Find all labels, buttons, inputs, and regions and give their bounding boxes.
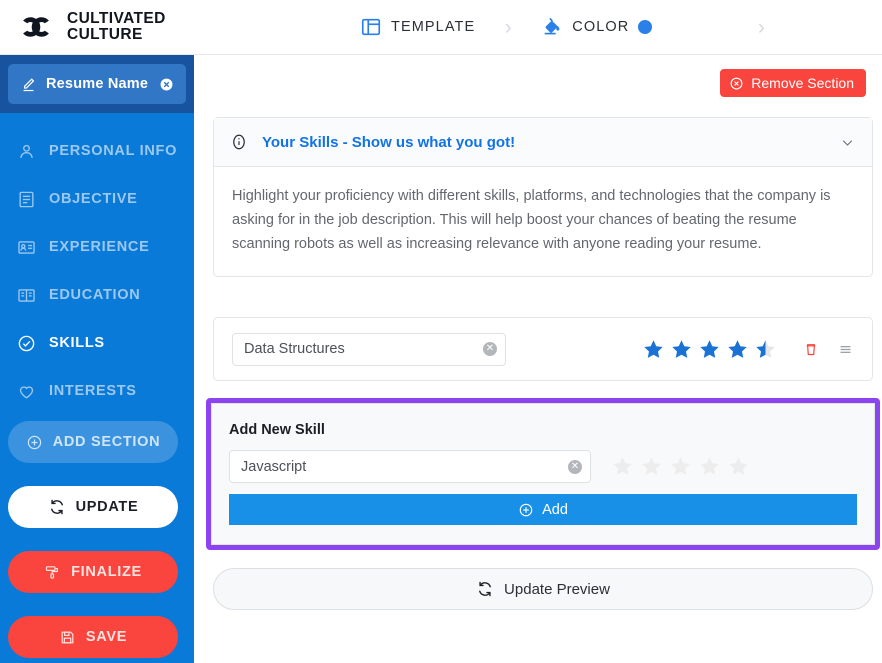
circle-x-icon	[730, 77, 743, 89]
star-icon-3[interactable]	[669, 455, 692, 478]
add-section-button[interactable]: ADD SECTION	[8, 421, 178, 463]
user-icon	[20, 144, 33, 158]
update-preview-label: Update Preview	[504, 580, 610, 598]
star-icon-3[interactable]	[698, 338, 721, 361]
step-nav: TEMPLATE › COLOR ›	[340, 16, 882, 38]
resume-name-field[interactable]: Resume Name	[8, 64, 186, 104]
remove-section-button[interactable]: Remove Section	[720, 69, 866, 97]
step-color[interactable]: COLOR	[541, 16, 653, 38]
resume-builder-app: CULTIVATED CULTURE TEMPLATE › COLOR › Re…	[0, 0, 882, 663]
star-icon-2[interactable]	[670, 338, 693, 361]
add-skill-title: Add New Skill	[229, 422, 325, 438]
chevron-right-icon: ›	[504, 15, 512, 39]
sidebar-item-label-experience: EXPERIENCE	[49, 239, 150, 255]
sidebar-item-label-objective: OBJECTIVE	[49, 191, 138, 207]
finalize-label: FINALIZE	[71, 564, 142, 580]
color-swatch[interactable]	[638, 20, 653, 34]
new-skill-input-wrapper: ✕	[229, 450, 591, 483]
update-button[interactable]: UPDATE	[8, 486, 178, 528]
sidebar-item-personal-info[interactable]: PERSONAL INFO	[0, 127, 194, 175]
sidebar-item-interests[interactable]: INTERESTS	[0, 367, 194, 415]
new-skill-rating-stars[interactable]	[611, 455, 750, 478]
update-preview-button[interactable]: Update Preview	[213, 568, 873, 610]
sidebar-item-objective[interactable]: OBJECTIVE	[0, 175, 194, 223]
add-skill-row: ✕	[229, 450, 857, 483]
plus-circle-icon	[27, 435, 41, 449]
paint-bucket-icon	[544, 18, 560, 35]
sidebar-item-skills[interactable]: SKILLS	[0, 319, 194, 367]
skill-row: ✕	[213, 317, 873, 381]
new-skill-input[interactable]	[229, 450, 591, 483]
save-button[interactable]: SAVE	[8, 616, 178, 658]
plus-circle-icon	[519, 503, 533, 516]
book-icon	[18, 288, 35, 302]
skill-rating-stars[interactable]	[642, 338, 777, 361]
step-template[interactable]: TEMPLATE	[360, 16, 475, 38]
star-icon-1[interactable]	[611, 455, 634, 478]
sidebar-item-label-personal-info: PERSONAL INFO	[49, 143, 178, 159]
trash-icon[interactable]	[803, 341, 819, 358]
add-section-label: ADD SECTION	[52, 434, 161, 450]
star-icon-4[interactable]	[726, 338, 749, 361]
skills-info-header[interactable]: Your Skills - Show us what you got!	[214, 118, 872, 167]
layout-template-icon	[361, 18, 381, 36]
star-icon-2[interactable]	[640, 455, 663, 478]
skill-row-actions	[803, 341, 854, 358]
sidebar-item-label-skills: SKILLS	[49, 335, 105, 351]
circle-x-icon[interactable]: ✕	[568, 459, 582, 474]
save-label: SAVE	[85, 629, 128, 645]
add-skill-button-label: Add	[542, 501, 568, 518]
paint-roller-icon	[45, 565, 58, 579]
skills-info-card: Your Skills - Show us what you got! High…	[213, 117, 873, 277]
info-circle-icon	[233, 134, 245, 150]
main-content: Remove Section Your Skills - Show us wha…	[194, 55, 882, 663]
circle-x-icon[interactable]	[159, 77, 174, 92]
sidebar-item-education[interactable]: EDUCATION	[0, 271, 194, 319]
step-color-label: COLOR	[572, 19, 630, 35]
sidebar: Resume Name PERSONAL INFO OBJECTIVE EXPE…	[0, 55, 194, 663]
app-header: CULTIVATED CULTURE TEMPLATE › COLOR ›	[0, 0, 882, 55]
update-label: UPDATE	[75, 499, 139, 515]
finalize-button[interactable]: FINALIZE	[8, 551, 178, 593]
pencil-icon	[23, 77, 35, 91]
refresh-icon	[479, 581, 491, 597]
star-icon-1[interactable]	[642, 338, 665, 361]
brand-name-line1: CULTIVATED	[67, 9, 166, 27]
check-circle-icon	[18, 335, 35, 351]
skill-input[interactable]	[232, 332, 506, 366]
drag-handle-icon[interactable]	[837, 341, 854, 358]
brand-name-line2: CULTURE	[67, 26, 143, 43]
floppy-disk-icon	[61, 631, 74, 643]
add-skill-panel: Add New Skill ✕	[211, 403, 875, 545]
step-template-label: TEMPLATE	[391, 19, 476, 35]
star-half-icon-5[interactable]	[754, 338, 777, 361]
sidebar-item-label-interests: INTERESTS	[49, 383, 137, 399]
sidebar-item-label-education: EDUCATION	[49, 287, 141, 303]
resume-name-label: Resume Name	[46, 76, 149, 92]
remove-section-label: Remove Section	[751, 75, 854, 91]
sidebar-nav: PERSONAL INFO OBJECTIVE EXPERIENCE EDUCA…	[0, 127, 194, 415]
star-icon-5[interactable]	[727, 455, 750, 478]
document-text-icon	[19, 191, 34, 207]
brand-name: CULTIVATED CULTURE	[67, 9, 166, 44]
skills-info-body: Highlight your proficiency with differen…	[232, 188, 831, 252]
refresh-icon	[50, 499, 63, 515]
star-icon-4[interactable]	[698, 455, 721, 478]
chevron-down-icon[interactable]	[839, 134, 856, 151]
add-skill-button[interactable]: Add	[229, 494, 857, 525]
id-card-icon	[18, 240, 35, 254]
skill-input-wrapper: ✕	[232, 332, 506, 366]
add-skill-highlight: Add New Skill ✕	[206, 398, 880, 550]
heart-icon	[19, 385, 34, 399]
interlocking-c-logo-icon	[23, 17, 49, 37]
brand-logo[interactable]: CULTIVATED CULTURE	[0, 9, 340, 44]
skills-info-title: Your Skills - Show us what you got!	[262, 133, 516, 151]
sidebar-item-experience[interactable]: EXPERIENCE	[0, 223, 194, 271]
circle-x-icon[interactable]: ✕	[483, 342, 497, 356]
chevron-right-icon-2: ›	[757, 15, 765, 39]
